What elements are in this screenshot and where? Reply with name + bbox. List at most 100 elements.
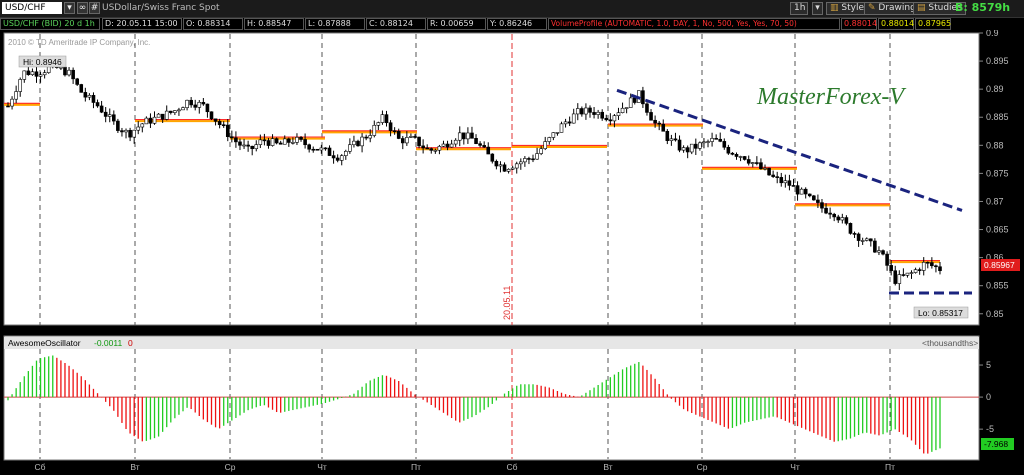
- info-open: O: 0.88314: [183, 18, 243, 30]
- symbol-dropdown-icon[interactable]: ▾: [64, 2, 75, 14]
- candle-up: [132, 129, 136, 138]
- hash-button[interactable]: #: [89, 2, 100, 14]
- time-tick-label: Сб: [506, 462, 517, 472]
- candle-up: [380, 114, 385, 123]
- candle-up: [864, 238, 869, 241]
- candle-down: [99, 105, 104, 113]
- candle-down: [608, 119, 613, 122]
- candle-down: [755, 162, 759, 164]
- candle-down: [925, 261, 930, 264]
- current-price-label: 0.85967: [984, 260, 1015, 270]
- candle-down: [722, 141, 727, 148]
- candle-down: [852, 233, 857, 235]
- style-icon: ▥: [830, 3, 842, 13]
- watermark-text: MasterForex-V: [756, 84, 906, 110]
- oscillator-header: [4, 337, 979, 349]
- candle-down: [824, 207, 828, 214]
- candle-down: [168, 110, 173, 113]
- candle-down: [746, 159, 751, 164]
- timeframe-dropdown-icon[interactable]: ▾: [812, 2, 823, 15]
- info-symbol-period: USD/CHF (BID) 20 d 1h: [0, 18, 100, 30]
- candle-down: [885, 253, 889, 266]
- candle-down: [287, 138, 291, 143]
- candle-down: [112, 114, 116, 122]
- candle-down: [856, 233, 861, 241]
- candle-down: [482, 145, 486, 148]
- candle-down: [6, 105, 10, 108]
- candle-up: [555, 132, 560, 134]
- price-tick-label: 0.89: [986, 84, 1004, 94]
- timeframe-dropdown[interactable]: 1h: [790, 2, 808, 15]
- candle-down: [421, 145, 425, 149]
- style-button[interactable]: ▥ Style: [826, 2, 868, 15]
- candle-up: [291, 142, 295, 144]
- drawings-icon: ✎: [868, 3, 879, 13]
- candle-down: [209, 111, 214, 120]
- time-tick-label: Чт: [790, 462, 800, 472]
- candle-up: [571, 113, 576, 124]
- candle-up: [144, 117, 149, 125]
- info-vp-value-3: 0.87965: [915, 18, 951, 30]
- candle-up: [596, 111, 600, 115]
- candle-up: [498, 164, 503, 167]
- candle-down: [79, 84, 84, 93]
- candle-down: [677, 139, 682, 151]
- candle-down: [730, 152, 735, 155]
- copyright-text: 2010 © TD Ameritrade IP Company, Inc.: [8, 38, 150, 47]
- candle-up: [197, 102, 202, 108]
- candle-down: [311, 148, 316, 151]
- candle-up: [270, 138, 275, 146]
- candle-down: [828, 212, 832, 215]
- candle-up: [921, 261, 926, 271]
- candle-down: [205, 103, 210, 113]
- candle-down: [445, 143, 450, 148]
- candle-down: [490, 153, 495, 162]
- price-tick-label: 0.88: [986, 140, 1004, 150]
- candle-up: [181, 107, 185, 111]
- candle-down: [356, 140, 360, 147]
- candle-down: [230, 136, 234, 139]
- link-icon[interactable]: ∞: [77, 2, 88, 14]
- candle-down: [592, 112, 596, 115]
- candle-up: [551, 132, 556, 138]
- oscillator-value: -0.0011: [94, 338, 122, 348]
- chart-canvas[interactable]: 2010 © TD Ameritrade IP Company, Inc. Mas…: [0, 0, 1024, 475]
- candle-down: [816, 199, 820, 203]
- candle-down: [604, 117, 609, 121]
- candle-down: [335, 157, 340, 161]
- candle-up: [738, 156, 743, 158]
- candle-up: [669, 138, 674, 141]
- candle-down: [771, 174, 775, 177]
- candle-up: [584, 107, 588, 115]
- candle-down: [494, 160, 499, 167]
- candle-down: [718, 138, 723, 142]
- candle-up: [254, 144, 259, 150]
- candle-down: [775, 176, 780, 178]
- candle-up: [282, 138, 287, 145]
- candle-up: [22, 70, 27, 80]
- balance-indicator: B: 8579h: [955, 1, 1010, 14]
- candle-down: [303, 139, 307, 146]
- info-vp-value-1: 0.88014: [841, 18, 877, 30]
- candle-up: [897, 274, 902, 284]
- candle-down: [225, 124, 230, 138]
- candle-down: [889, 265, 893, 272]
- candle-up: [360, 136, 364, 147]
- candle-down: [734, 154, 739, 157]
- candle-up: [107, 114, 112, 117]
- oscillator-units: <thousandths>: [922, 338, 978, 348]
- candle-up: [42, 72, 47, 76]
- candle-up: [506, 168, 511, 172]
- candle-down: [934, 265, 938, 268]
- candle-down: [661, 123, 666, 132]
- info-range: R: 0.00659: [427, 18, 486, 30]
- price-tick-label: 0.895: [986, 56, 1009, 66]
- symbol-field[interactable]: USD/CHF: [2, 2, 62, 14]
- candle-up: [913, 269, 918, 273]
- candle-up: [368, 135, 373, 139]
- candle-up: [177, 109, 181, 112]
- candle-up: [750, 162, 755, 164]
- candle-up: [519, 161, 523, 165]
- price-tick-label: 0.855: [986, 281, 1009, 291]
- candle-down: [148, 117, 153, 124]
